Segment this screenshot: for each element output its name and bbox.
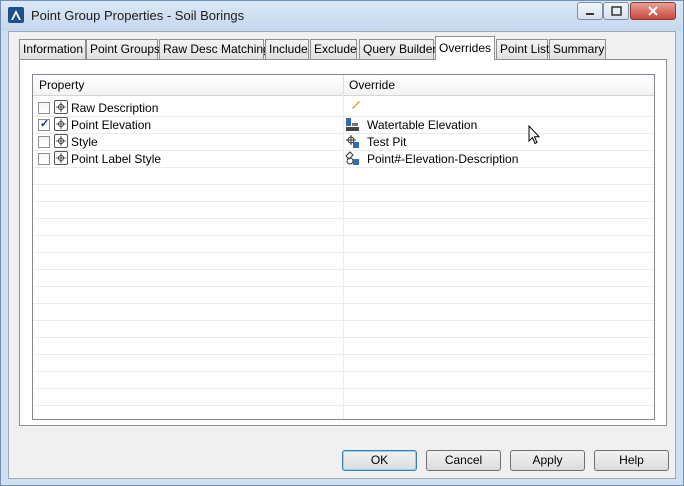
tab-information[interactable]: Information — [19, 39, 86, 59]
overrides-tab-panel: Property Override Raw Description ✓ Poin — [19, 59, 667, 426]
title-bar[interactable]: Point Group Properties - Soil Borings — [1, 1, 683, 31]
empty-row — [33, 202, 654, 219]
checkmark-icon: ✓ — [40, 118, 50, 130]
empty-row — [33, 321, 654, 338]
tab-label: Exclude — [314, 42, 357, 56]
empty-row — [33, 372, 654, 389]
tab-summary[interactable]: Summary — [549, 39, 606, 59]
dialog-client-area: Information Point Groups Raw Desc Matchi… — [8, 31, 676, 479]
mouse-cursor-icon — [528, 125, 541, 145]
tab-label: Raw Desc Matching — [163, 42, 270, 56]
empty-row — [33, 270, 654, 287]
empty-row — [33, 338, 654, 355]
column-header-property[interactable]: Property — [33, 75, 344, 95]
pencil-icon[interactable] — [350, 97, 365, 112]
property-icon — [54, 134, 68, 148]
minimize-icon — [586, 13, 594, 15]
override-value[interactable]: Point#-Elevation-Description — [367, 152, 518, 166]
tab-point-list[interactable]: Point List — [496, 39, 550, 59]
apply-button[interactable]: Apply — [510, 450, 585, 471]
grid-row-raw-description[interactable]: Raw Description — [33, 100, 654, 117]
label-style-icon[interactable] — [345, 151, 360, 166]
empty-row — [33, 236, 654, 253]
tab-label: Summary — [553, 42, 605, 56]
grid-row-point-label-style[interactable]: Point Label Style Point#-Elevation-Descr… — [33, 151, 654, 168]
tab-overrides[interactable]: Overrides — [435, 36, 495, 60]
property-name: Raw Description — [71, 101, 159, 115]
close-button[interactable] — [630, 2, 676, 20]
property-name: Point Elevation — [71, 118, 152, 132]
tab-label: Query Builder — [363, 42, 437, 56]
override-checkbox[interactable] — [38, 153, 50, 165]
override-value[interactable]: Watertable Elevation — [367, 118, 477, 132]
empty-row — [33, 389, 654, 406]
elevation-icon[interactable] — [345, 117, 360, 132]
help-button[interactable]: Help — [594, 450, 669, 471]
grid-row-style[interactable]: Style Test Pit — [33, 134, 654, 151]
tab-exclude[interactable]: Exclude — [310, 39, 357, 59]
empty-row — [33, 219, 654, 236]
tab-point-groups[interactable]: Point Groups — [86, 39, 161, 59]
property-name: Style — [71, 135, 98, 149]
tab-include[interactable]: Include — [265, 39, 309, 59]
point-style-icon[interactable] — [345, 134, 360, 149]
maximize-icon — [611, 6, 622, 16]
grid-row-point-elevation[interactable]: ✓ Point Elevation Watertable Elevation — [33, 117, 654, 134]
close-icon — [648, 6, 658, 16]
empty-row — [33, 304, 654, 321]
empty-row — [33, 185, 654, 202]
empty-row — [33, 287, 654, 304]
override-checkbox[interactable] — [38, 102, 50, 114]
tab-raw-desc-matching[interactable]: Raw Desc Matching — [159, 39, 270, 59]
tab-label: Include — [269, 42, 308, 56]
tab-query-builder[interactable]: Query Builder — [359, 39, 437, 59]
override-value[interactable]: Test Pit — [367, 135, 406, 149]
overrides-grid: Property Override Raw Description ✓ Poin — [32, 74, 655, 420]
tab-label: Point Groups — [90, 42, 161, 56]
column-header-override[interactable]: Override — [343, 75, 395, 95]
tab-label: Information — [23, 42, 84, 56]
empty-row — [33, 253, 654, 270]
ok-button[interactable]: OK — [342, 450, 417, 471]
property-icon — [54, 117, 68, 131]
grid-header: Property Override — [33, 75, 654, 96]
tab-label: Overrides — [439, 41, 492, 55]
property-icon — [54, 100, 68, 114]
override-checkbox[interactable]: ✓ — [38, 118, 50, 131]
dialog-window: Point Group Properties - Soil Borings In… — [0, 0, 684, 486]
empty-row — [33, 355, 654, 372]
property-name: Point Label Style — [71, 152, 162, 166]
civil3d-app-icon — [8, 7, 24, 23]
tab-label: Point List — [500, 42, 550, 56]
empty-row — [33, 168, 654, 185]
cancel-button[interactable]: Cancel — [426, 450, 501, 471]
override-checkbox[interactable] — [38, 136, 50, 148]
maximize-button[interactable] — [603, 2, 629, 20]
minimize-button[interactable] — [577, 2, 603, 20]
window-title: Point Group Properties - Soil Borings — [31, 8, 245, 23]
property-icon — [54, 151, 68, 165]
